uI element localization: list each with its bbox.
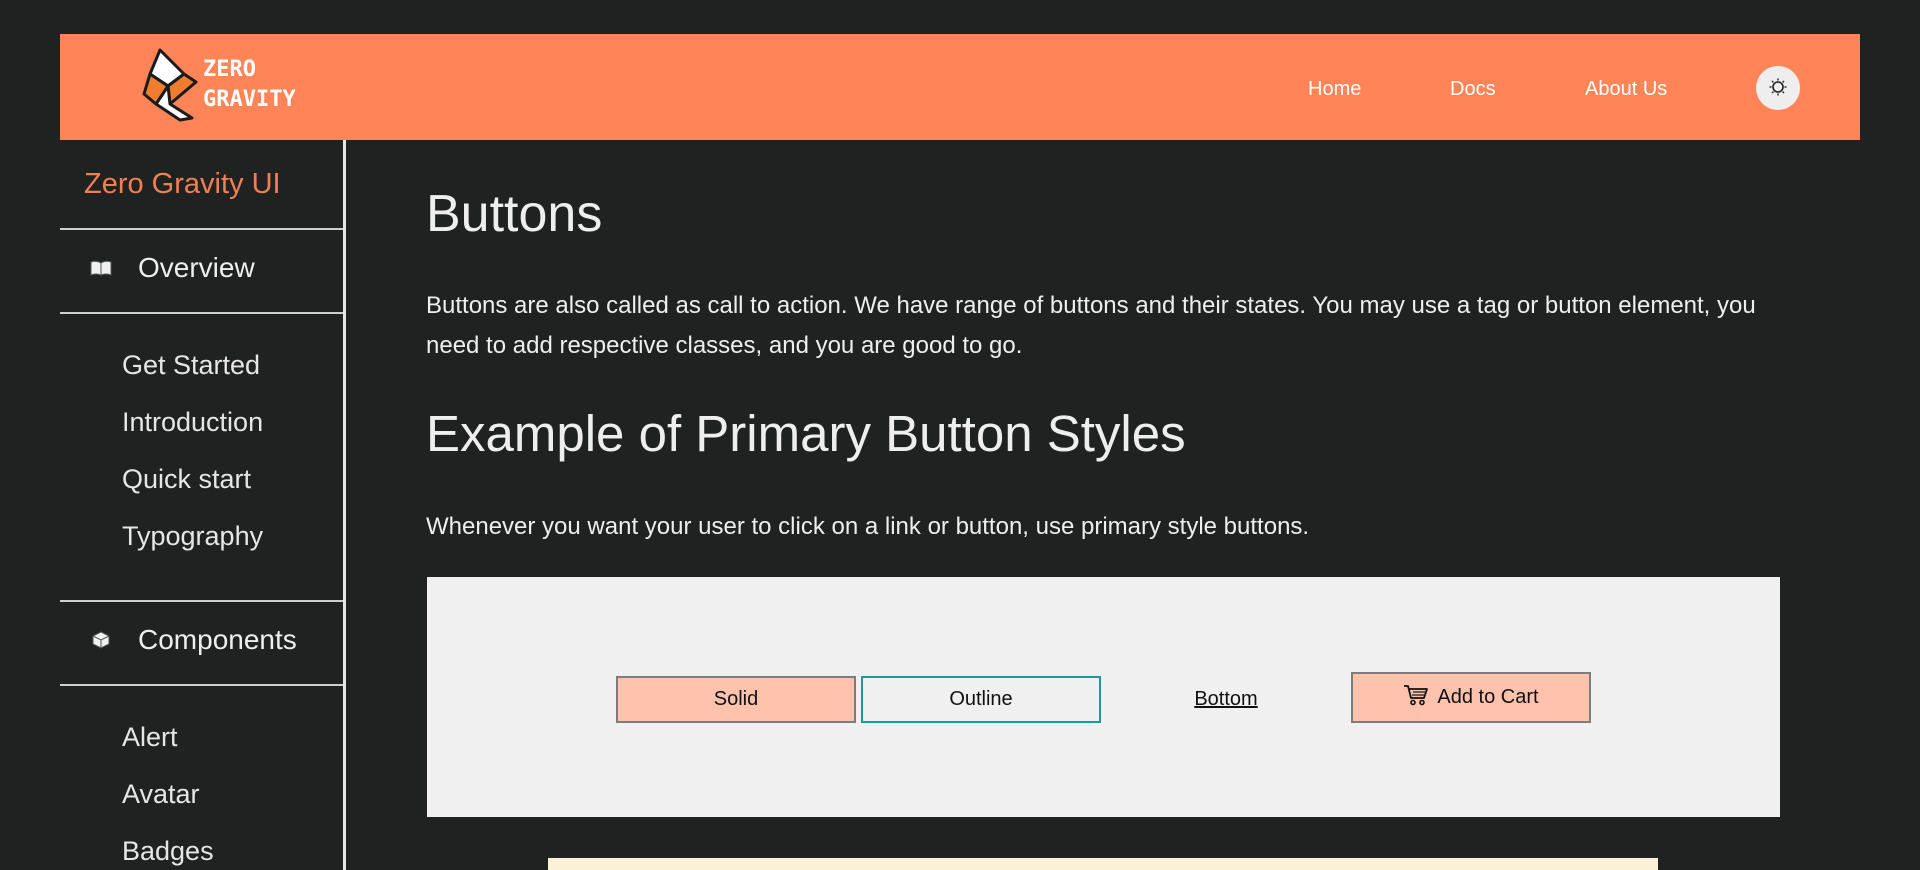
top-navbar: ZERO GRAVITY Home Docs About Us: [60, 34, 1860, 140]
theme-toggle-button[interactable]: [1756, 66, 1800, 110]
cube-icon: [90, 629, 112, 651]
sidebar-section-label: Overview: [138, 252, 255, 283]
sidebar-section-label: Components: [138, 624, 297, 655]
sidebar-divider: [60, 228, 343, 230]
logo-text: ZERO GRAVITY: [203, 57, 296, 112]
nav-link-docs[interactable]: Docs: [1450, 77, 1496, 101]
sidebar-section-overview[interactable]: Overview: [90, 252, 255, 284]
sun-icon: [1769, 78, 1787, 99]
sidebar-divider: [60, 600, 343, 602]
nav-link-about-us[interactable]: About Us: [1585, 77, 1667, 101]
book-icon: [90, 257, 112, 279]
page-title: Buttons: [426, 185, 603, 243]
sidebar-divider: [60, 684, 343, 686]
sidebar-brand: Zero Gravity UI: [84, 168, 281, 200]
sidebar-item-typography[interactable]: Typography: [122, 521, 263, 552]
sidebar-item-alert[interactable]: Alert: [122, 722, 178, 753]
nav-link-home[interactable]: Home: [1308, 77, 1361, 101]
button-demo-panel: Solid Outline Bottom Add to Cart: [427, 577, 1780, 817]
sidebar-item-introduction[interactable]: Introduction: [122, 407, 263, 438]
cart-icon: [1403, 684, 1437, 712]
outline-button[interactable]: Outline: [861, 676, 1101, 723]
sidebar-section-components[interactable]: Components: [90, 624, 297, 656]
sidebar-item-get-started[interactable]: Get Started: [122, 350, 260, 381]
link-button[interactable]: Bottom: [1106, 675, 1346, 723]
logo-icon: [140, 48, 200, 122]
sidebar-item-quick-start[interactable]: Quick start: [122, 464, 251, 495]
add-to-cart-button[interactable]: Add to Cart: [1351, 672, 1591, 723]
logo[interactable]: ZERO GRAVITY: [140, 48, 296, 122]
note-panel: [548, 858, 1658, 870]
section-description: Whenever you want your user to click on …: [426, 513, 1310, 540]
intro-paragraph: Buttons are also called as call to actio…: [426, 292, 1756, 359]
add-to-cart-label: Add to Cart: [1437, 686, 1539, 708]
sidebar: Zero Gravity UI Overview Get Started Int…: [60, 140, 346, 870]
sidebar-divider: [60, 312, 343, 314]
sidebar-item-avatar[interactable]: Avatar: [122, 779, 200, 810]
section-title: Example of Primary Button Styles: [426, 405, 1186, 462]
solid-button[interactable]: Solid: [616, 676, 856, 723]
sidebar-item-badges[interactable]: Badges: [122, 836, 214, 867]
